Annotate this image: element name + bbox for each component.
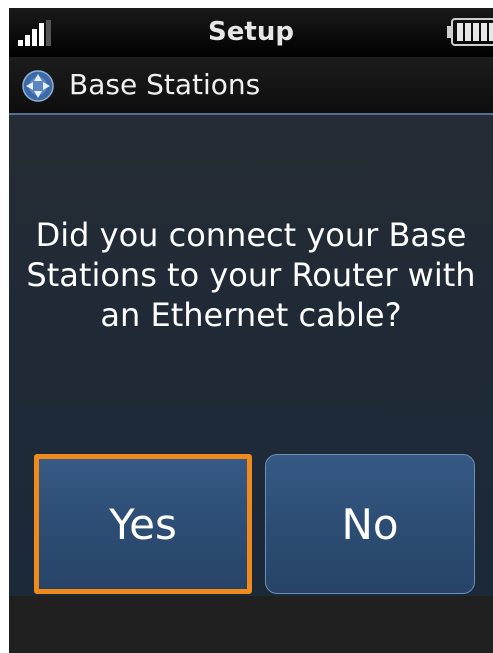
no-button[interactable]: No: [265, 454, 475, 594]
yes-button-label: Yes: [109, 499, 177, 549]
dialog-question: Did you connect your Base Stations to yo…: [26, 216, 476, 334]
base-station-icon: [22, 70, 54, 102]
battery-icon: [447, 18, 493, 46]
no-button-label: No: [341, 499, 399, 549]
yes-button[interactable]: Yes: [34, 454, 252, 594]
section-header: Base Stations: [9, 57, 493, 115]
phone-screen: Setup Base Stations Did you connect your…: [9, 8, 493, 653]
status-bar: Setup: [9, 8, 493, 57]
confirmation-dialog: Did you connect your Base Stations to yo…: [9, 115, 493, 596]
status-title: Setup: [208, 17, 294, 47]
softkey-bar: [9, 596, 493, 653]
section-title: Base Stations: [69, 68, 261, 101]
